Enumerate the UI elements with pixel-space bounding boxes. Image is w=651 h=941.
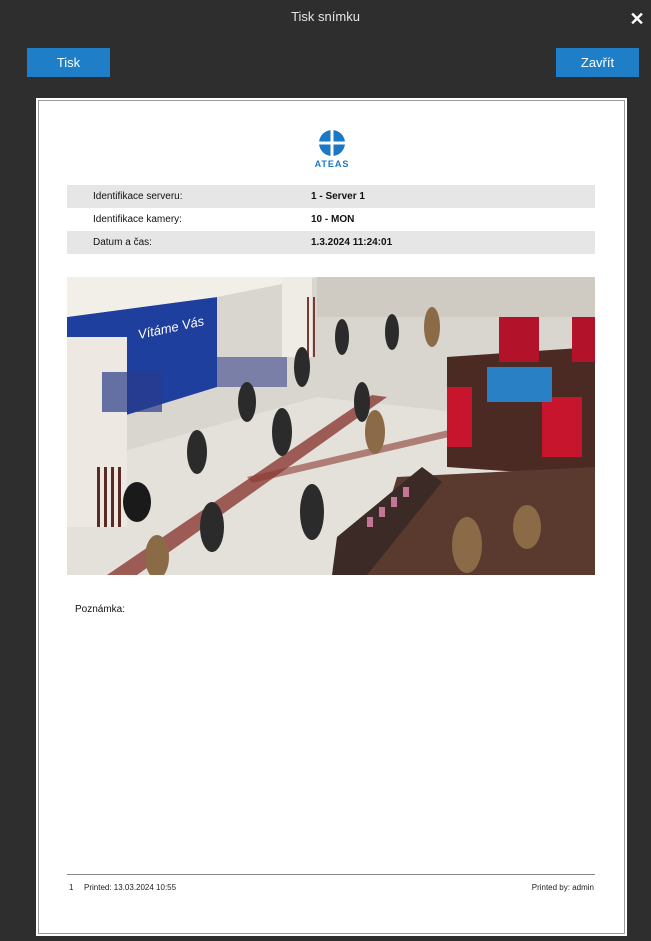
note-label: Poznámka: bbox=[75, 604, 126, 615]
logo-text: ATEAS bbox=[314, 159, 350, 169]
footer-page-number: 1 bbox=[69, 883, 74, 892]
info-row-datetime: Datum a čas: 1.3.2024 11:24:01 bbox=[67, 231, 595, 254]
info-row-server: Identifikace serveru: 1 - Server 1 bbox=[67, 185, 595, 208]
close-icon[interactable]: ✕ bbox=[629, 10, 645, 28]
footer-printed-by: Printed by: admin bbox=[531, 883, 594, 892]
snapshot-image: Vítáme Vás bbox=[67, 277, 595, 575]
report-page: ATEAS Identifikace serveru: 1 - Server 1… bbox=[37, 99, 626, 935]
camera-id-value: 10 - MON bbox=[311, 214, 355, 225]
print-preview[interactable]: ATEAS Identifikace serveru: 1 - Server 1… bbox=[36, 98, 627, 936]
window-title: Tisk snímku bbox=[291, 9, 360, 24]
server-id-value: 1 - Server 1 bbox=[311, 191, 365, 202]
camera-snapshot: Vítáme Vás bbox=[67, 277, 595, 575]
print-button[interactable]: Tisk bbox=[27, 48, 110, 77]
datetime-value: 1.3.2024 11:24:01 bbox=[311, 237, 393, 248]
datetime-label: Datum a čas: bbox=[93, 237, 152, 248]
camera-id-label: Identifikace kamery: bbox=[93, 214, 182, 225]
close-button[interactable]: Zavřít bbox=[556, 48, 639, 77]
footer-printed-date: Printed: 13.03.2024 10:55 bbox=[84, 883, 177, 892]
info-row-camera: Identifikace kamery: 10 - MON bbox=[67, 208, 595, 231]
footer-divider bbox=[67, 874, 595, 875]
title-bar: Tisk snímku ✕ bbox=[0, 0, 651, 36]
server-id-label: Identifikace serveru: bbox=[93, 191, 183, 202]
